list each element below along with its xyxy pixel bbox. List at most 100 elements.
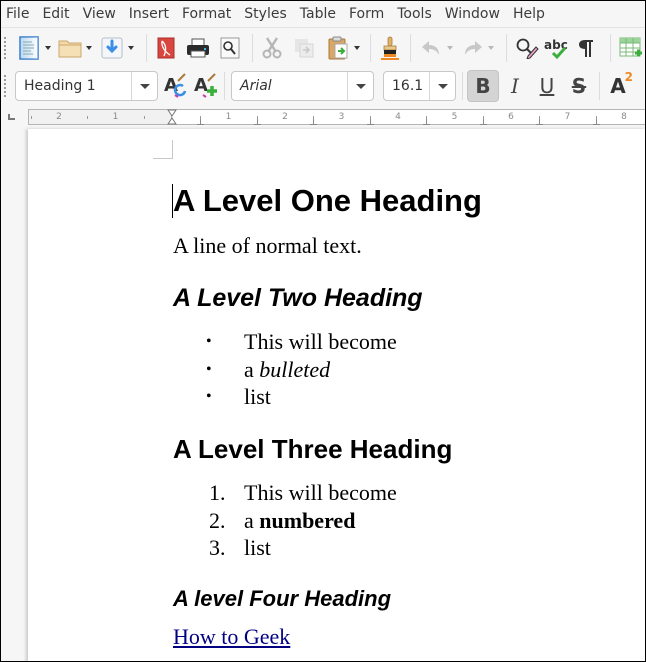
chevron-down-icon — [44, 46, 51, 50]
print-preview-button[interactable] — [216, 34, 244, 62]
heading-4[interactable]: A level Four Heading — [173, 586, 391, 612]
menu-bar: File Edit View Insert Format Styles Tabl… — [1, 1, 645, 28]
open-button[interactable] — [57, 34, 85, 62]
heading-1[interactable]: A Level One Heading — [173, 183, 482, 219]
save-download-icon — [101, 37, 123, 59]
superscript-exponent: 2 — [624, 70, 633, 84]
menu-window[interactable]: Window — [445, 1, 500, 28]
paste-button[interactable] — [324, 34, 352, 62]
undo-dropdown[interactable] — [445, 34, 455, 62]
menu-tools[interactable]: Tools — [397, 1, 432, 28]
toolbar-separator — [251, 34, 253, 62]
underline-icon: U — [539, 74, 555, 98]
toolbar-grip[interactable] — [3, 36, 7, 60]
list-item-text: This will become — [244, 479, 397, 506]
strikethrough-icon: S — [571, 74, 587, 98]
font-size-select[interactable]: 16.1 — [383, 71, 456, 101]
tab-type-selector[interactable] — [8, 114, 15, 120]
ruler-label: 2 — [56, 112, 62, 122]
menu-table[interactable]: Table — [300, 1, 336, 28]
toolbar-separator — [145, 34, 147, 62]
underline-button[interactable]: U — [531, 70, 563, 102]
ruler-label: 6 — [508, 112, 514, 122]
toolbar-grip[interactable] — [3, 74, 7, 98]
paintbrush-icon — [381, 36, 400, 60]
undo-button[interactable] — [417, 34, 445, 62]
tab-stop-marker — [479, 119, 487, 125]
export-pdf-button[interactable] — [153, 34, 181, 62]
update-style-button[interactable]: A — [162, 72, 190, 100]
chevron-down-icon — [355, 83, 366, 89]
new-document-dropdown[interactable] — [43, 34, 53, 62]
list-item-text: a numbered — [244, 507, 355, 534]
list-item-text-part: This will become — [244, 480, 397, 505]
indent-marker-icon[interactable] — [167, 109, 177, 125]
list-item-text: This will become — [244, 328, 397, 355]
chevron-down-icon — [488, 46, 495, 50]
open-dropdown[interactable] — [84, 34, 94, 62]
tab-stop-marker — [366, 119, 374, 125]
font-name-select[interactable]: Arial — [231, 71, 374, 101]
horizontal-ruler[interactable]: 2 1 1 2 3 4 5 6 7 8 — [28, 109, 645, 125]
page[interactable]: A Level One Heading A line of normal tex… — [28, 129, 645, 661]
ruler-label: 4 — [395, 112, 401, 122]
redo-icon — [464, 41, 482, 55]
print-button[interactable] — [184, 34, 212, 62]
list-item-text-part: list — [244, 535, 271, 560]
menu-help[interactable]: Help — [513, 1, 545, 28]
list-number: 2. — [209, 507, 226, 533]
paragraph-style-dropdown[interactable] — [131, 72, 157, 100]
tab-stop-marker — [197, 119, 205, 125]
menu-format[interactable]: Format — [182, 1, 231, 28]
menu-insert[interactable]: Insert — [129, 1, 169, 28]
menu-file[interactable]: File — [6, 1, 29, 28]
heading-2[interactable]: A Level Two Heading — [173, 284, 423, 313]
list-item-text-part: a — [244, 356, 260, 382]
menu-view[interactable]: View — [83, 1, 116, 28]
italic-text: bulleted — [259, 356, 331, 382]
redo-dropdown[interactable] — [486, 34, 496, 62]
heading-3[interactable]: A Level Three Heading — [173, 434, 452, 465]
superscript-button[interactable]: A 2 — [602, 70, 634, 102]
font-name-value: Arial — [240, 78, 272, 94]
formatting-toolbar: Heading 1 A A Arial 16.1 B I U S A 2 — [1, 67, 645, 105]
paragraph-style-value: Heading 1 — [24, 78, 96, 94]
insert-table-button[interactable] — [617, 34, 645, 62]
ruler-label: 2 — [282, 112, 288, 122]
ruler-label: 5 — [451, 112, 458, 122]
font-name-dropdown[interactable] — [347, 72, 373, 100]
menu-form[interactable]: Form — [349, 1, 384, 28]
table-icon — [619, 37, 643, 57]
copy-icon — [295, 39, 314, 58]
toolbar-separator — [462, 72, 463, 100]
paste-dropdown[interactable] — [352, 34, 362, 62]
formatting-marks-button[interactable] — [573, 34, 601, 62]
paragraph-style-select[interactable]: Heading 1 — [15, 71, 158, 101]
bold-button[interactable]: B — [467, 70, 499, 102]
font-size-dropdown[interactable] — [429, 72, 455, 100]
redo-button[interactable] — [459, 34, 487, 62]
strikethrough-button[interactable]: S — [563, 70, 595, 102]
chevron-down-icon — [139, 83, 150, 89]
new-document-button[interactable] — [15, 34, 43, 62]
magnifier-icon — [220, 37, 240, 59]
scissors-icon — [262, 37, 282, 59]
copy-button[interactable] — [290, 34, 318, 62]
folder-icon — [58, 40, 82, 58]
bold-icon: B — [475, 74, 491, 98]
italic-button[interactable]: I — [499, 70, 531, 102]
chevron-down-icon — [446, 46, 453, 50]
hyperlink[interactable]: How to Geek — [173, 624, 290, 650]
normal-paragraph[interactable]: A line of normal text. — [173, 233, 362, 259]
cut-button[interactable] — [259, 34, 287, 62]
list-item-text-part: This will become — [244, 329, 397, 354]
menu-styles[interactable]: Styles — [244, 1, 286, 28]
save-button[interactable] — [98, 34, 126, 62]
clone-formatting-button[interactable] — [377, 34, 405, 62]
menu-edit[interactable]: Edit — [42, 1, 69, 28]
save-dropdown[interactable] — [126, 34, 136, 62]
new-style-button[interactable]: A — [192, 72, 220, 100]
find-replace-button[interactable] — [513, 34, 541, 62]
page-margin-corner — [153, 140, 173, 159]
spelling-button[interactable]: abc — [543, 34, 571, 62]
